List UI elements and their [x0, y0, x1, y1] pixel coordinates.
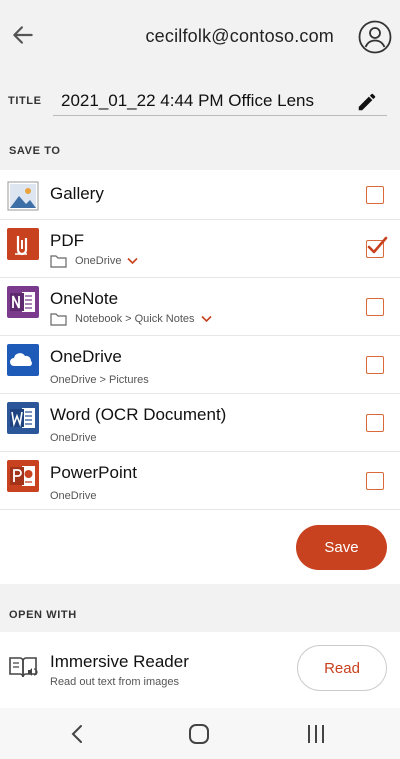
item-subtitle: Notebook > Quick Notes — [75, 313, 195, 325]
item-subtitle: Read out text from images — [50, 676, 180, 688]
nav-recents-icon[interactable] — [304, 722, 328, 746]
save-to-section-header: SAVE TO — [0, 130, 400, 170]
pdf-icon — [7, 228, 39, 260]
nav-back-icon[interactable] — [66, 722, 90, 746]
item-title: Immersive Reader — [50, 652, 189, 671]
user-avatar-icon[interactable] — [358, 20, 392, 54]
pencil-icon[interactable] — [356, 91, 378, 113]
app-header: cecilfolk@contoso.com — [0, 0, 400, 74]
powerpoint-checkbox[interactable] — [366, 472, 384, 490]
powerpoint-icon — [7, 460, 39, 492]
item-title: PowerPoint — [50, 463, 137, 482]
item-title: Gallery — [50, 184, 104, 203]
location-label: OneDrive — [50, 432, 96, 444]
gallery-icon — [7, 181, 39, 211]
open-option-immersive-reader: Immersive Reader Read out text from imag… — [0, 632, 400, 708]
folder-icon — [50, 255, 67, 268]
item-title: OneNote — [50, 289, 119, 308]
save-to-label: SAVE TO — [9, 145, 61, 157]
title-row: TITLE — [0, 74, 400, 130]
item-title: PDF — [50, 231, 84, 250]
read-button[interactable]: Read — [297, 645, 387, 691]
system-nav-bar — [0, 708, 400, 759]
account-email: cecilfolk@contoso.com — [145, 26, 334, 46]
pdf-checkbox[interactable] — [366, 236, 388, 258]
word-icon — [7, 402, 39, 434]
location-label: OneDrive — [50, 490, 96, 502]
title-input[interactable] — [53, 86, 387, 116]
open-with-section-header: OPEN WITH — [0, 584, 400, 632]
checkmark-icon — [367, 236, 388, 254]
item-title: Word (OCR Document) — [50, 405, 227, 424]
open-with-label: OPEN WITH — [9, 609, 77, 621]
save-option-gallery[interactable]: Gallery — [0, 170, 400, 220]
item-title: OneDrive — [50, 347, 122, 366]
title-label: TITLE — [8, 95, 42, 107]
chevron-down-icon — [127, 257, 139, 265]
save-option-word[interactable]: Word (OCR Document) OneDrive — [0, 394, 400, 452]
item-subtitle: OneDrive > Pictures — [50, 374, 149, 386]
onedrive-icon — [7, 344, 39, 376]
save-option-powerpoint[interactable]: PowerPoint OneDrive — [0, 452, 400, 510]
word-checkbox[interactable] — [366, 414, 384, 432]
onenote-checkbox[interactable] — [366, 298, 384, 316]
item-subtitle: OneDrive — [75, 255, 122, 267]
item-subtitle: OneDrive — [50, 432, 97, 444]
location-picker[interactable]: Notebook > Quick Notes — [50, 312, 212, 326]
onenote-icon — [7, 286, 39, 318]
gallery-checkbox[interactable] — [366, 186, 384, 204]
save-option-onenote[interactable]: OneNote Notebook > Quick Notes — [0, 278, 400, 336]
location-label: OneDrive > Pictures — [50, 374, 149, 386]
folder-icon — [50, 313, 67, 326]
nav-home-icon[interactable] — [187, 722, 211, 746]
chevron-down-icon — [200, 315, 212, 323]
save-option-pdf[interactable]: PDF OneDrive — [0, 220, 400, 278]
immersive-reader-icon — [9, 657, 38, 678]
item-subtitle: OneDrive — [50, 490, 97, 502]
save-option-onedrive[interactable]: OneDrive OneDrive > Pictures — [0, 336, 400, 394]
location-picker[interactable]: OneDrive — [50, 254, 139, 268]
save-button[interactable]: Save — [296, 525, 387, 570]
onedrive-checkbox[interactable] — [366, 356, 384, 374]
back-arrow-icon[interactable] — [10, 22, 36, 48]
